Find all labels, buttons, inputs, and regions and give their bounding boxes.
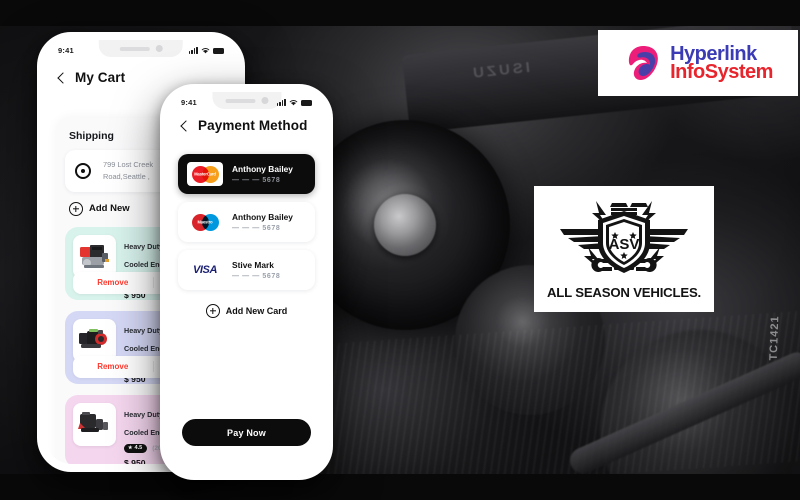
card-number: — — — 5678 [232,177,281,184]
payment-card-info: Anthony Bailey — — — 5678 [232,164,293,184]
page-title: My Cart [75,70,126,85]
asv-shield-wings-pistons-icon: ASV [558,199,690,283]
payment-screen: 9:41 Payment Method MasterCard Anthony B… [168,92,325,472]
payment-card-option[interactable]: VISA Stive Mark — — — 5678 [178,250,315,290]
card-number: — — — 5678 [232,273,281,280]
signal-bars-icon [188,46,198,54]
add-new-card-label: Add New Card [225,306,288,316]
pay-now-button[interactable]: Pay Now [182,419,311,446]
rating-value: 4.5 [134,445,143,452]
wifi-icon [289,99,298,105]
cart-app-bar: My Cart [45,70,237,85]
payment-card-info: Stive Mark — — — 5678 [232,260,280,280]
radio-selected-icon[interactable] [75,162,91,179]
payment-card-option[interactable]: MasterCard Anthony Bailey — — — 5678 [178,154,315,194]
hyperlink-wordmark: Hyperlink InfoSystem [670,43,773,83]
screenshot-canvas: ISUZU TC1421 9:41 [0,0,800,500]
address-text: 799 Lost Creek Road,Seattle , [103,159,153,183]
card-number: — — — 5678 [232,225,281,232]
asv-tagline: ALL SEASON VEHICLES. [546,284,702,300]
svg-text:ASV: ASV [609,236,640,253]
payment-method-list: MasterCard Anthony Bailey — — — 5678 Mae… [178,154,315,318]
page-title: Payment Method [198,118,308,133]
maestro-circles: Maestro [191,213,219,231]
maestro-icon: Maestro [187,210,223,234]
battery-icon [213,47,224,54]
background-bottom-strip [0,474,800,500]
payment-card-info: Anthony Bailey — — — 5678 [232,212,293,232]
cardholder-name: Stive Mark [232,260,274,270]
engine-black-thumb-icon [78,329,107,349]
payment-status-bar: 9:41 [168,92,325,112]
battery-icon [301,99,312,106]
visa-wordmark: VISA [192,264,218,276]
status-time: 9:41 [181,97,197,107]
plus-circle-icon [205,304,220,318]
payment-app-bar: Payment Method [168,118,325,133]
mastercard-circles: MasterCard [191,165,219,183]
hyperlink-line-2: InfoSystem [670,61,773,83]
rating-badge: ★ 4.5 [124,443,148,453]
phone-mockup-payment: 9:41 Payment Method MasterCard Anthony B… [160,84,333,480]
cardholder-name: Anthony Bailey [232,164,293,174]
address-line-2: Road,Seattle , [103,171,150,181]
engine-red-thumb-icon [79,245,109,269]
plus-circle-icon [69,201,83,216]
hyperlink-infosystem-logo: Hyperlink InfoSystem [598,30,798,96]
cardholder-name: Anthony Bailey [232,212,293,222]
status-icons [276,98,312,106]
asv-logo: ASV ALL SEASON VEHICLES. [534,186,714,312]
wifi-icon [201,47,210,53]
hyperlink-swoosh-icon [623,43,663,83]
chevron-left-icon[interactable] [180,119,192,132]
add-new-card-button[interactable]: Add New Card [178,304,315,318]
cart-status-bar: 9:41 [45,40,237,60]
add-new-label: Add New [89,203,130,215]
visa-icon: VISA [187,258,223,282]
chevron-left-icon[interactable] [57,71,69,84]
engine-grey-thumb-icon [77,412,108,433]
background-top-strip [0,0,800,26]
remove-button[interactable]: Remove [73,278,153,287]
mastercard-icon: MasterCard [187,162,223,186]
product-thumbnail [73,402,116,446]
status-icons [188,46,224,54]
star-icon: ★ [128,444,133,451]
status-time: 9:41 [58,45,74,55]
payment-card-option[interactable]: Maestro Anthony Bailey — — — 5678 [178,202,315,242]
address-line-1: 799 Lost Creek [103,160,154,169]
signal-bars-icon [276,98,286,106]
remove-button[interactable]: Remove [73,362,153,371]
